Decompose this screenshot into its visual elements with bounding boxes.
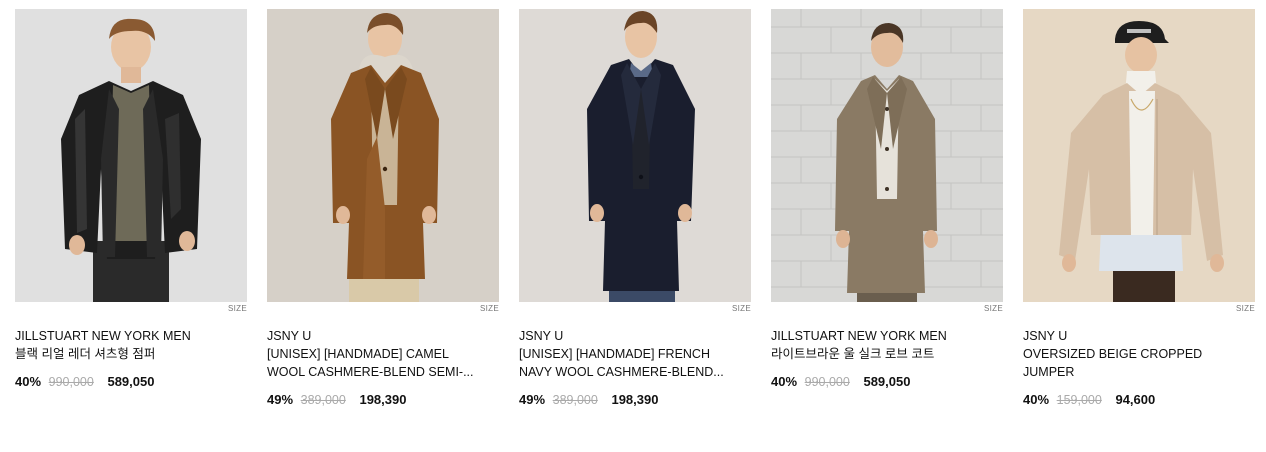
price-row: 40% 990,000 589,050 bbox=[15, 373, 247, 391]
product-brand[interactable]: JSNY U bbox=[1023, 327, 1255, 345]
product-name[interactable]: OVERSIZED BEIGE CROPPED JUMPER bbox=[1023, 345, 1233, 381]
product-card[interactable]: SIZE JSNY U OVERSIZED BEIGE CROPPED JUMP… bbox=[1023, 9, 1255, 409]
size-link[interactable]: SIZE bbox=[267, 303, 499, 315]
sale-price: 198,390 bbox=[611, 392, 659, 407]
discount-rate: 49% bbox=[519, 392, 546, 407]
original-price: 159,000 bbox=[1056, 393, 1102, 407]
product-brand[interactable]: JSNY U bbox=[267, 327, 499, 345]
product-brand[interactable]: JILLSTUART NEW YORK MEN bbox=[771, 327, 1003, 345]
product-name[interactable]: 블랙 리얼 레더 셔츠형 점퍼 bbox=[15, 345, 225, 363]
product-grid: SIZE JILLSTUART NEW YORK MEN 블랙 리얼 레더 셔츠… bbox=[0, 0, 1266, 452]
product-name[interactable]: 라이트브라운 울 실크 로브 코트 bbox=[771, 345, 981, 363]
product-card[interactable]: SIZE JSNY U [UNISEX] [HANDMADE] CAMEL WO… bbox=[267, 9, 499, 409]
discount-rate: 40% bbox=[771, 374, 798, 389]
product-card[interactable]: SIZE JSNY U [UNISEX] [HANDMADE] FRENCH N… bbox=[519, 9, 751, 409]
original-price: 389,000 bbox=[552, 393, 598, 407]
original-price: 990,000 bbox=[804, 375, 850, 389]
product-image[interactable] bbox=[1023, 9, 1255, 302]
product-photo-navy-coat bbox=[519, 9, 751, 302]
product-image[interactable] bbox=[267, 9, 499, 302]
original-price: 389,000 bbox=[300, 393, 346, 407]
sale-price: 198,390 bbox=[359, 392, 407, 407]
product-card[interactable]: SIZE JILLSTUART NEW YORK MEN 블랙 리얼 레더 셔츠… bbox=[15, 9, 247, 391]
product-image[interactable] bbox=[15, 9, 247, 302]
product-card[interactable]: SIZE JILLSTUART NEW YORK MEN 라이트브라운 울 실크… bbox=[771, 9, 1003, 391]
sale-price: 94,600 bbox=[1115, 392, 1156, 407]
original-price: 990,000 bbox=[48, 375, 94, 389]
size-link[interactable]: SIZE bbox=[519, 303, 751, 315]
product-name[interactable]: [UNISEX] [HANDMADE] FRENCH NAVY WOOL CAS… bbox=[519, 345, 729, 381]
size-link[interactable]: SIZE bbox=[15, 303, 247, 315]
product-image[interactable] bbox=[519, 9, 751, 302]
discount-rate: 40% bbox=[1023, 392, 1050, 407]
product-photo-light-brown-coat bbox=[771, 9, 1003, 302]
price-row: 49% 389,000 198,390 bbox=[519, 391, 751, 409]
product-name[interactable]: [UNISEX] [HANDMADE] CAMEL WOOL CASHMERE-… bbox=[267, 345, 477, 381]
size-link[interactable]: SIZE bbox=[1023, 303, 1255, 315]
product-photo-camel-coat bbox=[267, 9, 499, 302]
price-row: 49% 389,000 198,390 bbox=[267, 391, 499, 409]
product-photo-leather-jacket bbox=[15, 9, 247, 302]
price-row: 40% 159,000 94,600 bbox=[1023, 391, 1255, 409]
size-link[interactable]: SIZE bbox=[771, 303, 1003, 315]
product-image[interactable] bbox=[771, 9, 1003, 302]
price-row: 40% 990,000 589,050 bbox=[771, 373, 1003, 391]
discount-rate: 49% bbox=[267, 392, 294, 407]
sale-price: 589,050 bbox=[863, 374, 911, 389]
product-brand[interactable]: JSNY U bbox=[519, 327, 751, 345]
product-brand[interactable]: JILLSTUART NEW YORK MEN bbox=[15, 327, 247, 345]
sale-price: 589,050 bbox=[107, 374, 155, 389]
product-photo-beige-jumper bbox=[1023, 9, 1255, 302]
discount-rate: 40% bbox=[15, 374, 42, 389]
